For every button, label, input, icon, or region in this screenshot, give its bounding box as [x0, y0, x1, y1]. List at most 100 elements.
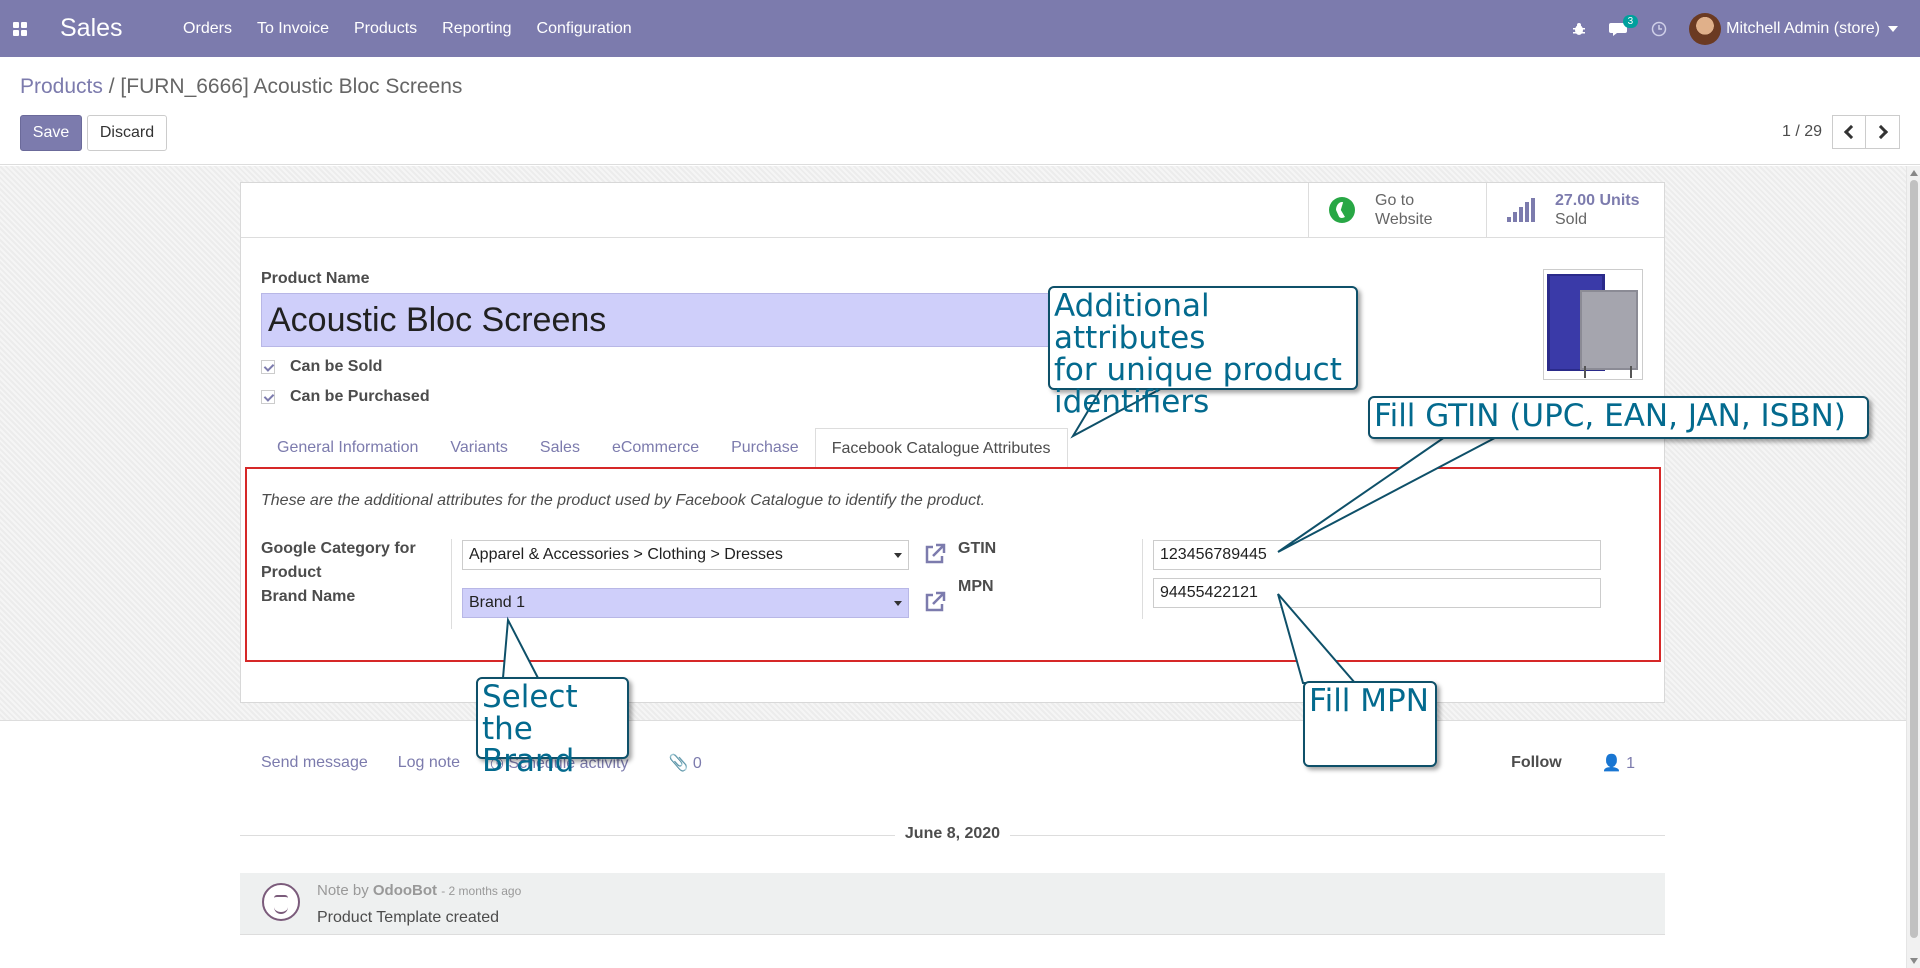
message-date: June 8, 2020 — [894, 825, 1011, 842]
can-be-sold-label: Can be Sold — [290, 358, 383, 375]
messages-icon[interactable]: 3 — [1599, 0, 1639, 57]
can-be-sold-checkbox[interactable]: Can be Sold — [261, 358, 382, 376]
callout-fill-mpn: Fill MPN — [1303, 681, 1437, 767]
menu-item-products[interactable]: Products — [342, 0, 430, 57]
main-menu: Orders To Invoice Products Reporting Con… — [171, 0, 645, 57]
smart-button-divider — [241, 237, 1664, 238]
external-link-icon[interactable] — [923, 542, 947, 566]
external-link-icon[interactable] — [923, 590, 947, 614]
scroll-up-arrow[interactable] — [1910, 170, 1918, 176]
discard-button[interactable]: Discard — [87, 115, 167, 151]
menu-item-reporting[interactable]: Reporting — [430, 0, 524, 57]
pager-next-button[interactable] — [1866, 115, 1900, 149]
callout-additional-line-1: Additional attributes — [1054, 288, 1210, 356]
brand-name-select[interactable]: Brand 1 — [462, 588, 909, 618]
user-menu[interactable]: Mitchell Admin (store) — [1679, 12, 1920, 45]
google-category-label-line-2: Product — [261, 564, 322, 581]
callout-select-brand: Select the Brand — [476, 677, 629, 777]
website-line-2: Website — [1375, 211, 1433, 228]
notebook-tabs: General Information Variants Sales eComm… — [261, 428, 1068, 468]
send-message-button[interactable]: Send message — [261, 754, 368, 772]
odoobot-avatar-icon — [262, 883, 300, 921]
menu-item-orders[interactable]: Orders — [171, 0, 245, 57]
tab-general-information[interactable]: General Information — [261, 428, 434, 468]
control-panel: Products / [FURN_6666] Acoustic Bloc Scr… — [0, 57, 1920, 165]
brand-name-value: Brand 1 — [469, 594, 526, 611]
attachments-count: 0 — [692, 755, 702, 772]
tab-ecommerce[interactable]: eCommerce — [596, 428, 715, 468]
message-header: Note by OdooBot - 2 months ago — [317, 882, 521, 899]
mpn-input[interactable]: 94455422121 — [1153, 578, 1601, 608]
message-body: Product Template created — [317, 909, 500, 926]
go-to-website-button[interactable]: Go to Website — [1308, 183, 1486, 237]
scrollbar[interactable] — [1906, 166, 1920, 968]
tab-purchase[interactable]: Purchase — [715, 428, 815, 468]
form-sheet: Go to Website 27.00 Units Sold Product N… — [240, 182, 1665, 703]
tab-variants[interactable]: Variants — [434, 428, 524, 468]
chevron-down-icon — [1888, 25, 1898, 32]
user-name: Mitchell Admin (store) — [1726, 19, 1880, 37]
field-separator — [1142, 539, 1143, 619]
google-category-value: Apparel & Accessories > Clothing > Dress… — [469, 546, 783, 563]
chatter-topbar: Send message Log note ◷ Schedule activit… — [240, 745, 1665, 781]
breadcrumb: Products / [FURN_6666] Acoustic Bloc Scr… — [20, 75, 462, 99]
mpn-label: MPN — [958, 578, 994, 595]
tab-sales[interactable]: Sales — [524, 428, 596, 468]
user-icon: 👤 — [1601, 755, 1622, 772]
chevron-right-icon — [1873, 124, 1888, 140]
brand-name-label: Brand Name — [261, 588, 356, 605]
pager-previous-button[interactable] — [1832, 115, 1866, 149]
pager-value[interactable]: 1 / 29 — [1782, 123, 1822, 141]
attachments-button[interactable]: 📎 0 — [668, 753, 701, 773]
product-image[interactable] — [1543, 269, 1643, 380]
caret-down-icon — [894, 553, 902, 558]
scroll-down-arrow[interactable] — [1910, 958, 1918, 964]
units-sold-value: 27.00 Units — [1555, 192, 1640, 209]
checkbox-checked-icon[interactable] — [261, 390, 275, 404]
followers-button[interactable]: 👤 1 — [1602, 753, 1635, 773]
callout-additional-attributes: Additional attributes for unique product… — [1048, 286, 1358, 418]
product-name-label: Product Name — [261, 270, 370, 287]
google-category-label: Google Category for Product — [261, 537, 416, 585]
message-prefix: Note by — [317, 882, 369, 899]
breadcrumb-separator: / — [108, 75, 115, 98]
can-be-purchased-label: Can be Purchased — [290, 388, 430, 405]
menu-item-to-invoice[interactable]: To Invoice — [244, 0, 341, 57]
paperclip-icon: 📎 — [668, 755, 689, 772]
callout-additional-line-3: identifiers — [1054, 384, 1210, 420]
callout-brand-line-2: Brand — [482, 743, 575, 779]
app-name[interactable]: Sales — [60, 14, 123, 43]
apps-menu-icon[interactable] — [0, 0, 40, 57]
tab-facebook-catalogue-attributes[interactable]: Facebook Catalogue Attributes — [814, 428, 1068, 468]
units-sold-label: Sold — [1555, 211, 1588, 228]
message-author[interactable]: OdooBot — [373, 882, 437, 899]
google-category-label-line-1: Google Category for — [261, 540, 416, 557]
chevron-left-icon — [1843, 124, 1859, 140]
facebook-attributes-panel: These are the additional attributes for … — [245, 467, 1661, 662]
message-count-badge: 3 — [1622, 15, 1639, 28]
save-button[interactable]: Save — [20, 115, 82, 151]
menu-item-configuration[interactable]: Configuration — [524, 0, 644, 57]
units-sold-button[interactable]: 27.00 Units Sold — [1486, 183, 1664, 237]
google-category-select[interactable]: Apparel & Accessories > Clothing > Dress… — [462, 540, 909, 570]
caret-down-icon — [894, 601, 902, 606]
checkbox-checked-icon[interactable] — [261, 360, 275, 374]
breadcrumb-products-link[interactable]: Products — [20, 75, 103, 98]
followers-count: 1 — [1626, 755, 1635, 772]
log-note-button[interactable]: Log note — [398, 754, 460, 772]
can-be-purchased-checkbox[interactable]: Can be Purchased — [261, 388, 430, 406]
date-separator: June 8, 2020 — [240, 825, 1665, 845]
callout-brand-line-1: Select the — [482, 679, 578, 747]
breadcrumb-current: [FURN_6666] Acoustic Bloc Screens — [120, 75, 463, 98]
scrollbar-thumb[interactable] — [1910, 180, 1918, 938]
callout-fill-gtin: Fill GTIN (UPC, EAN, JAN, ISBN) — [1368, 396, 1869, 439]
facebook-attributes-description: These are the additional attributes for … — [261, 492, 986, 509]
gtin-input[interactable]: 123456789445 — [1153, 540, 1601, 570]
debug-bug-icon[interactable] — [1559, 0, 1599, 57]
smart-button-box: Go to Website 27.00 Units Sold — [1308, 183, 1664, 237]
signal-bars-icon — [1507, 198, 1535, 222]
activity-clock-icon[interactable] — [1639, 0, 1679, 57]
follow-button[interactable]: Follow — [1511, 754, 1562, 772]
message-time: - 2 months ago — [441, 884, 522, 898]
chatter-message: Note by OdooBot - 2 months ago Product T… — [240, 873, 1665, 935]
